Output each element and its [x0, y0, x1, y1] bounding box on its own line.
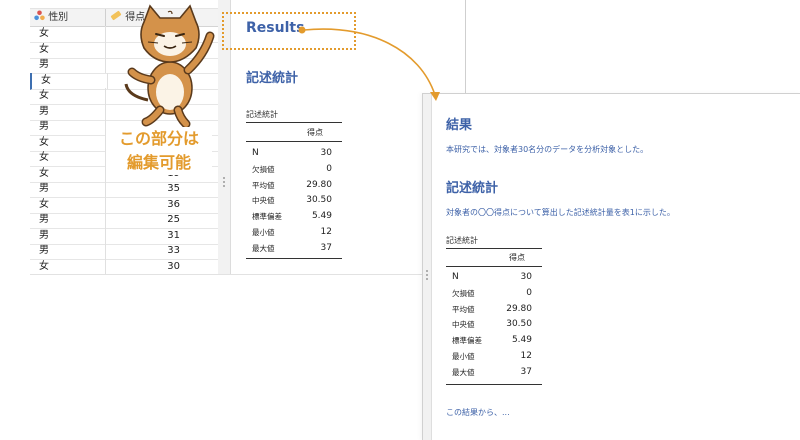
annotation-line-2: 編集可能 — [106, 151, 212, 175]
annotation-line-1: この部分は — [106, 127, 212, 151]
cat-mascot-icon — [124, 4, 215, 128]
editable-annotation-label: この部分は 編集可能 — [106, 127, 212, 175]
